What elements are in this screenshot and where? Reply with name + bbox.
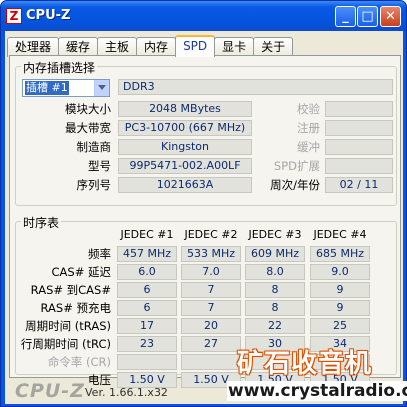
column-header: JEDEC #2 [184, 228, 238, 241]
spd-ext-label: SPD扩展 [273, 159, 320, 173]
version-label: Ver. 1.66.1.x32 [85, 386, 168, 399]
tab-caches[interactable]: 缓存 [58, 37, 99, 57]
tab-graphics[interactable]: 显卡 [214, 37, 255, 57]
column-header: JEDEC #4 [313, 228, 367, 241]
buffered-label: 缓冲 [297, 140, 320, 154]
timing-cell: 685 MHz [310, 246, 370, 262]
timing-cell: 533 MHz [181, 246, 241, 262]
memory-type-value: DDR3 [118, 79, 393, 95]
timing-cell: 7 [181, 282, 241, 298]
timing-cell: 457 MHz [117, 246, 177, 262]
timing-row-label: 周期时间 (tRAS) [25, 319, 111, 333]
timing-cell [245, 354, 305, 370]
timing-cell: 30 [245, 336, 305, 352]
tab-mainboard[interactable]: 主板 [97, 37, 138, 57]
manufacturer-value: Kingston [118, 139, 252, 155]
slot-select-value: 插槽 #1 [25, 81, 69, 95]
slot-group-title: 内存插槽选择 [21, 59, 98, 76]
status-bar: CPU-Z Ver. 1.66.1.x32 确定 [5, 378, 403, 404]
registered-label: 注册 [297, 121, 320, 135]
title-bar[interactable]: Z CPU-Z _ □ ✕ [1, 1, 406, 31]
serial-number-value: 1021663A [118, 177, 252, 193]
client-area: 处理器 缓存 主板 内存 SPD 显卡 关于 内存插槽选择 插槽 #1 DDR3… [5, 31, 403, 404]
timing-cell: 8 [245, 300, 305, 316]
timing-cell [181, 354, 241, 370]
ok-button[interactable]: 确定 [251, 381, 321, 401]
timing-row-label: RAS# 到CAS# [30, 283, 111, 297]
week-year-value: 02 / 11 [325, 177, 393, 193]
registered-value [325, 120, 393, 136]
ecc-value [325, 101, 393, 117]
cpuz-app-icon: Z [6, 8, 22, 24]
timing-cell: 6.0 [117, 264, 177, 280]
timing-cell: 6 [117, 300, 177, 316]
buffered-value [325, 139, 393, 155]
column-header: JEDEC #3 [248, 228, 302, 241]
part-number-value: 99P5471-002.A00LF [118, 158, 252, 174]
max-bandwidth-label: 最大带宽 [65, 121, 111, 135]
timings-group-title: 时序表 [21, 214, 62, 231]
tab-strip: 处理器 缓存 主板 内存 SPD 显卡 关于 [7, 35, 294, 57]
chevron-down-icon[interactable] [94, 80, 109, 96]
timing-row-label: 频率 [88, 247, 111, 261]
minimize-button[interactable]: _ [335, 6, 356, 27]
window-title: CPU-Z [26, 8, 71, 23]
slot-selection-group: 内存插槽选择 插槽 #1 DDR3 模块大小 2048 MBytes 校验 最大… [15, 59, 397, 206]
tab-processor[interactable]: 处理器 [7, 37, 60, 57]
timing-cell: 7 [181, 300, 241, 316]
timing-row-label: CAS# 延迟 [51, 265, 112, 279]
timing-row-label: 命令率 (CR) [47, 355, 111, 369]
spd-panel: 内存插槽选择 插槽 #1 DDR3 模块大小 2048 MBytes 校验 最大… [9, 55, 401, 388]
timing-cell: 6 [117, 282, 177, 298]
timing-cell: 9.0 [310, 264, 370, 280]
timing-cell: 17 [117, 318, 177, 334]
ecc-label: 校验 [297, 102, 320, 116]
timing-cell: 8.0 [245, 264, 305, 280]
manufacturer-label: 制造商 [76, 140, 112, 154]
spd-ext-value [325, 158, 393, 174]
timing-cell: 8 [245, 282, 305, 298]
timing-cell: 609 MHz [245, 246, 305, 262]
timing-cell: 25 [310, 318, 370, 334]
timing-cell: 27 [181, 336, 241, 352]
tab-spd[interactable]: SPD [175, 35, 216, 57]
timing-cell [310, 354, 370, 370]
tab-about[interactable]: 关于 [253, 37, 294, 57]
serial-number-label: 序列号 [76, 178, 112, 192]
cpuz-window: Z CPU-Z _ □ ✕ 处理器 缓存 主板 内存 SPD 显卡 关于 内存插… [0, 0, 407, 407]
column-header: JEDEC #1 [120, 228, 174, 241]
timing-row-label: RAS# 预充电 [40, 301, 111, 315]
timing-cell [117, 354, 177, 370]
cpuz-brand-logo: CPU-Z [15, 380, 85, 402]
week-year-label: 周次/年份 [270, 178, 320, 192]
timing-row-label: 行周期时间 (tRC) [20, 337, 111, 351]
timing-cell: 9 [310, 282, 370, 298]
timing-cell: 20 [181, 318, 241, 334]
part-number-label: 型号 [88, 159, 111, 173]
timing-cell: 34 [310, 336, 370, 352]
timing-cell: 9 [310, 300, 370, 316]
timing-cell: 22 [245, 318, 305, 334]
maximize-button[interactable]: □ [357, 6, 378, 27]
timings-table-group: 时序表 JEDEC #1 JEDEC #2 JEDEC #3 JEDEC #4 … [15, 214, 397, 388]
module-size-label: 模块大小 [65, 102, 111, 116]
timing-cell: 7.0 [181, 264, 241, 280]
module-size-value: 2048 MBytes [118, 101, 252, 117]
close-button[interactable]: ✕ [380, 6, 401, 27]
timing-cell: 23 [117, 336, 177, 352]
slot-select[interactable]: 插槽 #1 [22, 79, 110, 97]
tab-memory[interactable]: 内存 [136, 37, 177, 57]
max-bandwidth-value: PC3-10700 (667 MHz) [118, 120, 252, 136]
